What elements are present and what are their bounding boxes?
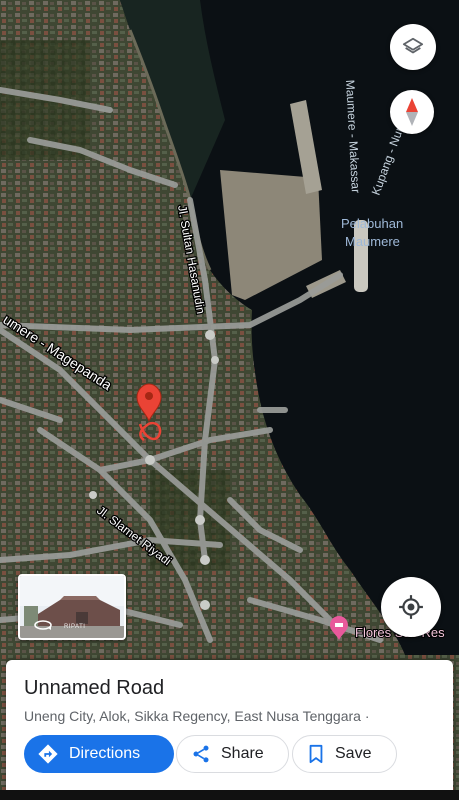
compass-icon — [406, 98, 418, 126]
street-view-watermark: RIPATI — [64, 624, 86, 630]
share-button[interactable]: Share — [176, 735, 289, 773]
directions-label: Directions — [69, 745, 141, 762]
port-label-line2: Maumere — [345, 234, 400, 249]
share-icon — [193, 745, 209, 763]
directions-button[interactable]: Directions — [24, 735, 174, 773]
save-label: Save — [335, 745, 372, 762]
compass-button[interactable] — [390, 90, 434, 134]
place-details-sheet[interactable]: Unnamed Road Uneng City, Alok, Sikka Reg… — [6, 660, 453, 800]
rotate-360-icon — [34, 620, 52, 630]
directions-icon — [38, 744, 58, 764]
place-address: Uneng City, Alok, Sikka Regency, East Nu… — [24, 708, 370, 724]
layers-icon — [402, 37, 424, 54]
save-button[interactable]: Save — [292, 735, 397, 773]
bookmark-icon — [309, 744, 323, 764]
my-location-icon — [399, 595, 423, 619]
layers-button[interactable] — [390, 24, 436, 70]
street-view-thumbnail[interactable]: RIPATI — [18, 574, 126, 640]
maps-app: Jl. Sultan Hasanudin umere - Magepanda J… — [0, 0, 459, 800]
my-location-button[interactable] — [381, 577, 441, 637]
navigation-bar-edge — [0, 790, 459, 800]
place-title: Unnamed Road — [24, 677, 165, 699]
share-label: Share — [221, 745, 264, 762]
port-label-line1: Pelabuhan — [341, 216, 403, 231]
